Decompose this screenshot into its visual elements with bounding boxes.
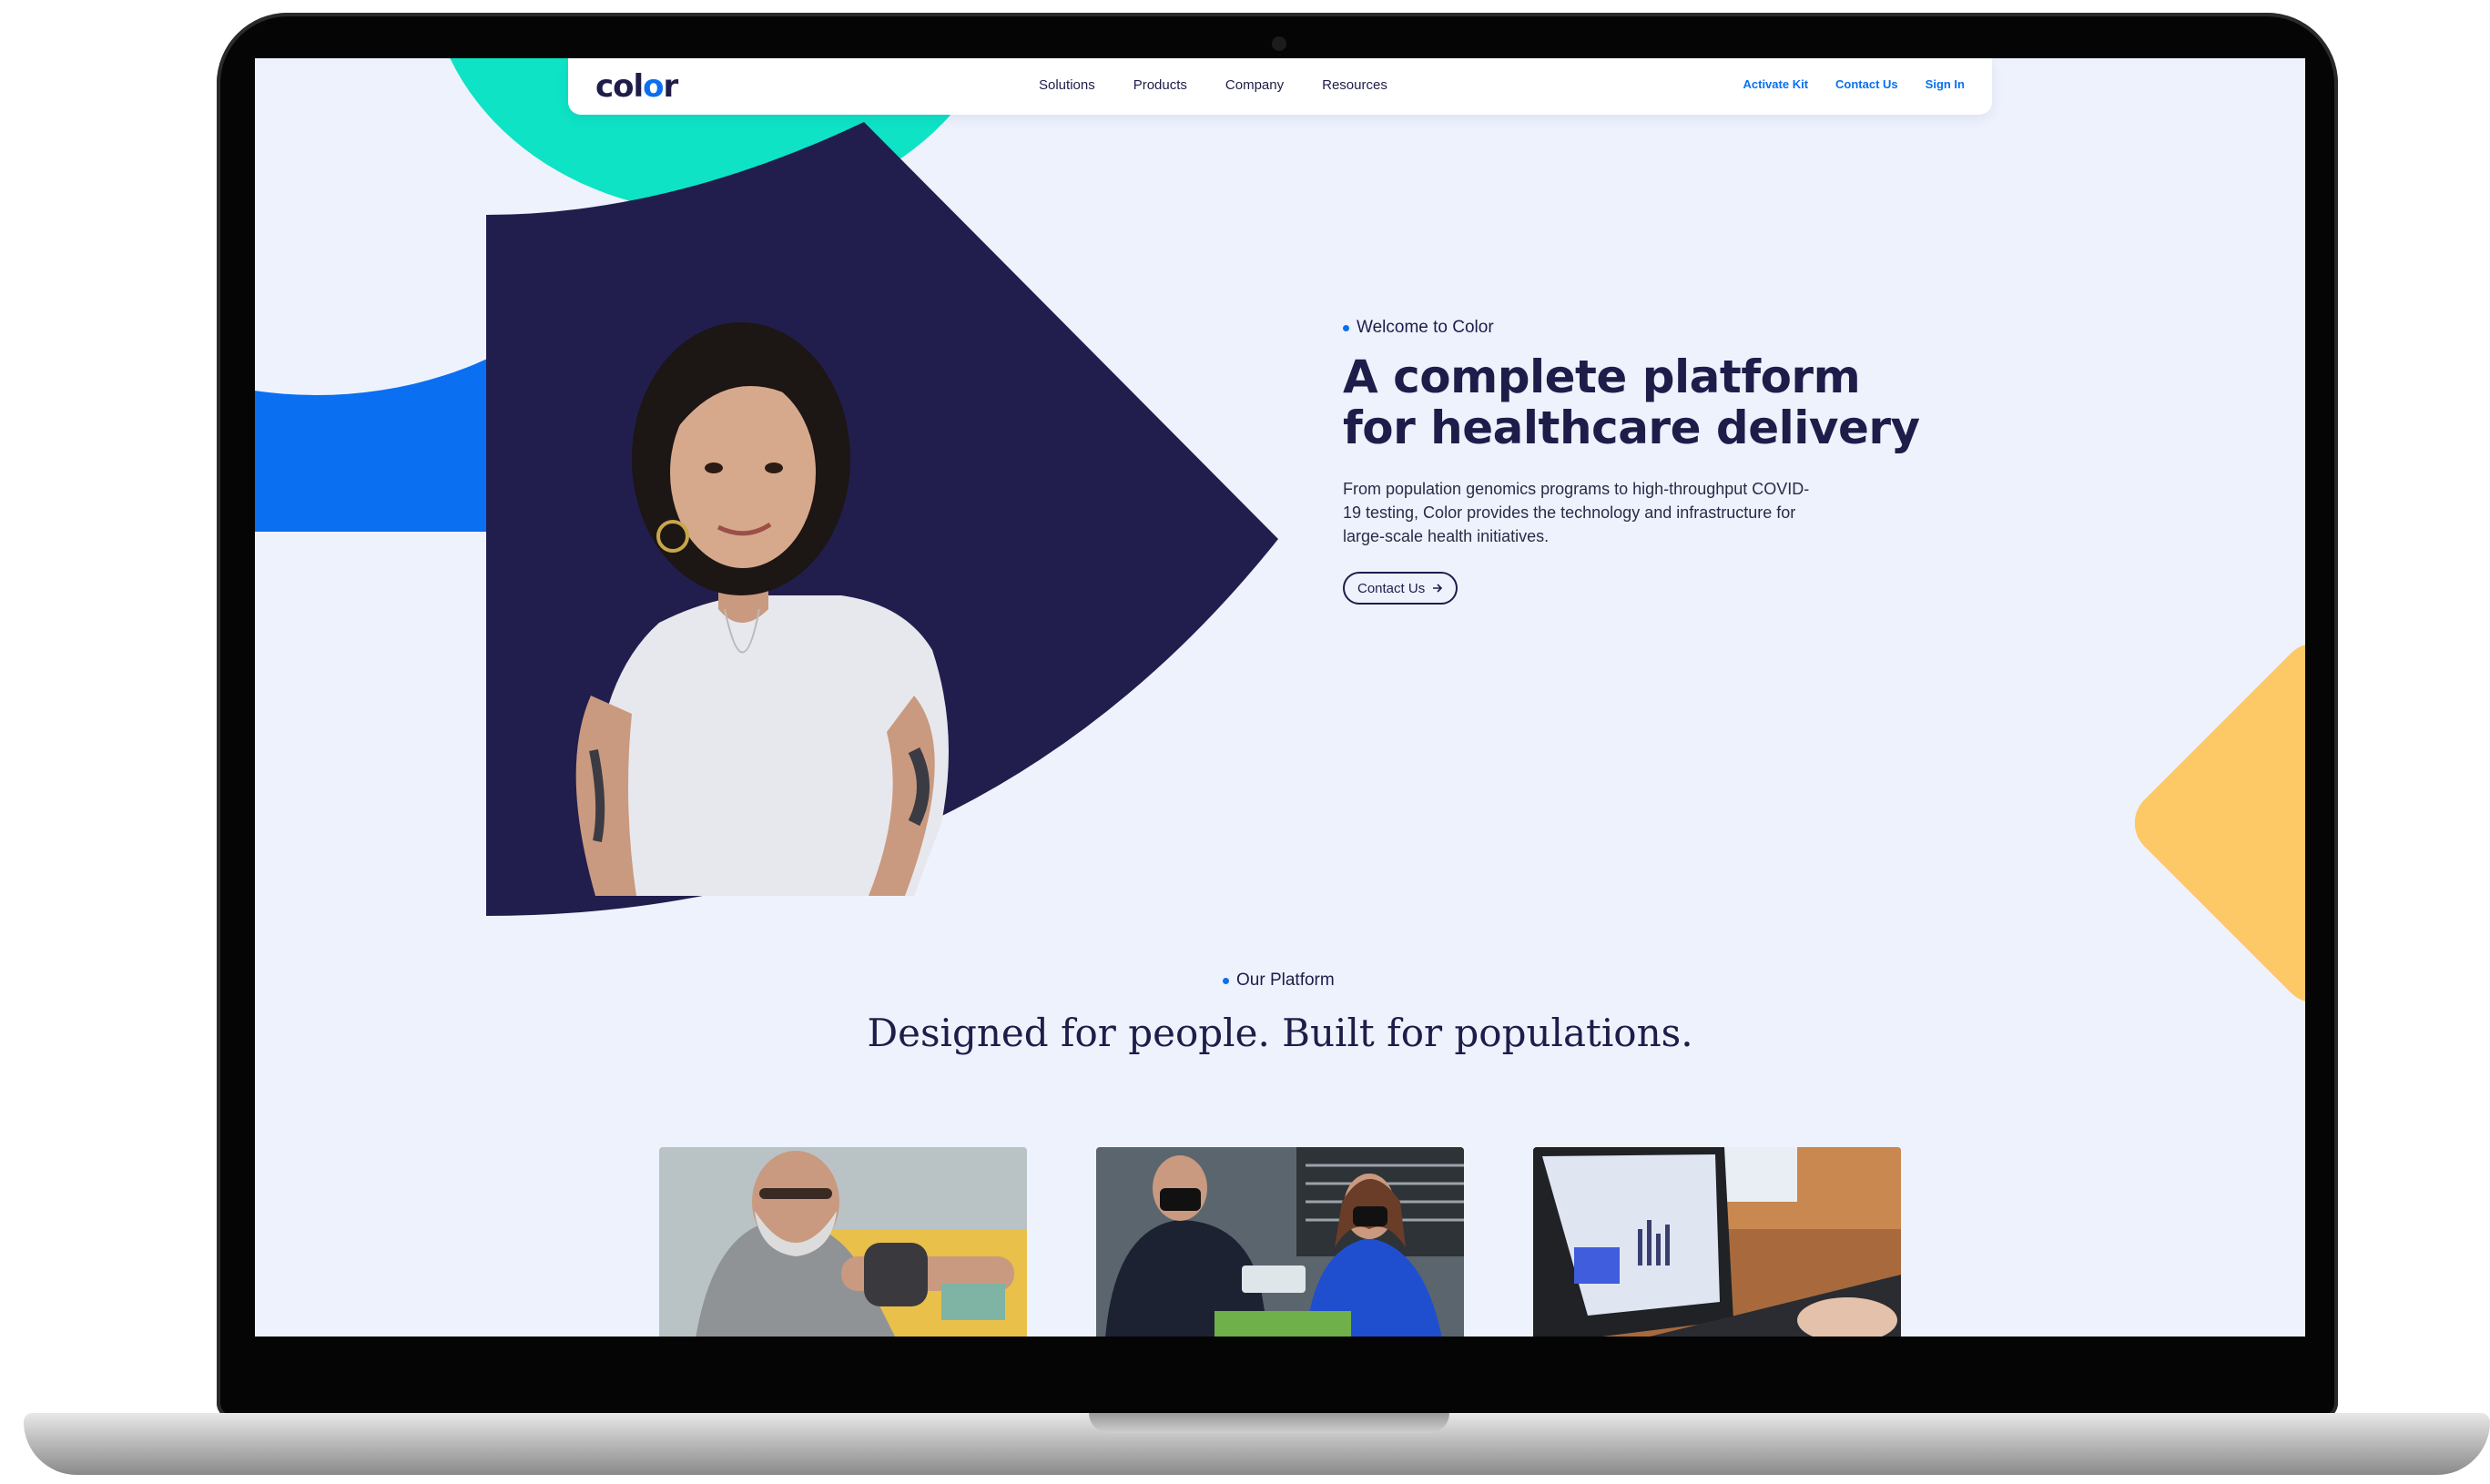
hero-cta-label: Contact Us	[1357, 580, 1426, 596]
laptop-notch	[1089, 1413, 1449, 1433]
nav-company[interactable]: Company	[1225, 77, 1284, 93]
nav-solutions[interactable]: Solutions	[1039, 77, 1095, 93]
decorative-yellow-shape	[2120, 629, 2305, 1017]
decorative-background	[255, 532, 487, 1337]
secondary-nav: Activate Kit Contact Us Sign In	[1743, 77, 1966, 91]
browser-viewport: color Solutions Products Company Resourc…	[255, 58, 2305, 1337]
nav-activate-kit[interactable]: Activate Kit	[1743, 77, 1809, 91]
hero-title-line-2: for healthcare delivery	[1343, 401, 1920, 454]
platform-eyebrow-text: Our Platform	[1236, 971, 1335, 990]
nav-contact-us[interactable]: Contact Us	[1835, 77, 1898, 91]
camera-icon	[1272, 36, 1286, 51]
hero-portrait-image	[486, 122, 1278, 916]
hero-contact-us-button[interactable]: Contact Us	[1343, 572, 1458, 605]
platform-card-image-blood-pressure[interactable]	[659, 1147, 1027, 1337]
platform-title: Designed for people. Built for populatio…	[867, 1011, 1693, 1055]
primary-nav: Solutions Products Company Resources	[1039, 77, 1387, 93]
arrow-right-icon	[1433, 584, 1443, 593]
nav-resources[interactable]: Resources	[1322, 77, 1387, 93]
nav-sign-in[interactable]: Sign In	[1926, 77, 1965, 91]
bullet-dot-icon	[1343, 324, 1349, 331]
platform-card-image-laptop-dashboard[interactable]	[1533, 1147, 1901, 1337]
platform-eyebrow: Our Platform	[1223, 971, 1335, 991]
nav-products[interactable]: Products	[1133, 77, 1187, 93]
platform-card-image-handoff[interactable]	[1096, 1147, 1464, 1337]
hero-description: From population genomics programs to hig…	[1343, 480, 1810, 545]
top-navbar: color Solutions Products Company Resourc…	[568, 58, 1992, 115]
hero-eyebrow: Welcome to Color	[1343, 318, 1494, 338]
hero-title-line-1: A complete platform	[1343, 351, 1861, 403]
bullet-dot-icon	[1223, 977, 1229, 984]
hero-title: A complete platform for healthcare deliv…	[1343, 351, 1998, 453]
color-logo[interactable]: color	[595, 68, 678, 105]
hero-eyebrow-text: Welcome to Color	[1357, 318, 1494, 337]
